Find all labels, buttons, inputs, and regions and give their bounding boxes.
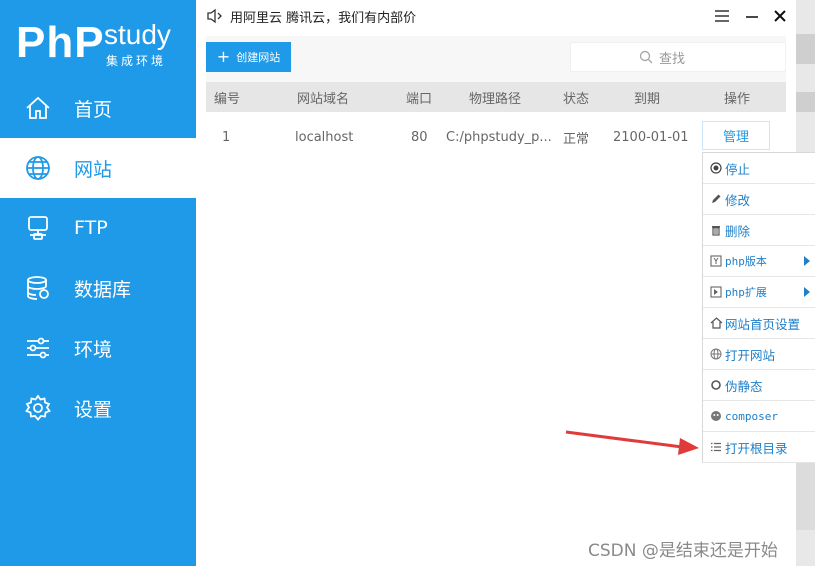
speaker-icon (206, 8, 224, 28)
sidebar-item-environment[interactable]: 环境 (0, 318, 196, 378)
search-placeholder: 查找 (659, 51, 686, 67)
server-icon (24, 214, 52, 242)
menu-item-label: composer (725, 409, 778, 423)
php-version-icon (709, 254, 723, 268)
menu-icon[interactable] (712, 6, 732, 26)
sidebar-item-website[interactable]: 网站 (0, 138, 196, 198)
menu-item-label: 网站首页设置 (725, 316, 801, 332)
submenu-arrow-icon (804, 287, 810, 297)
close-icon[interactable] (770, 6, 790, 26)
menu-item-homepage-settings[interactable]: 网站首页设置 (703, 308, 815, 339)
database-icon (24, 274, 52, 302)
manage-context-menu: 停止 修改 删除 php版本 php扩展 网站首页设置 打开网站 伪静态 com… (702, 152, 815, 463)
menu-item-label: 停止 (725, 161, 751, 177)
background-window-segment (796, 92, 815, 112)
promo-notice[interactable]: 用阿里云 腾讯云，我们有内部价 (230, 7, 416, 26)
sidebar-item-ftp[interactable]: FTP (0, 198, 196, 258)
sidebar-item-database[interactable]: 数据库 (0, 258, 196, 318)
watermark-text: CSDN @是结束还是开始 (588, 541, 778, 561)
home-icon (24, 94, 52, 122)
site-table: 编号 网站域名 端口 物理路径 状态 到期 操作 1 localhost 80 … (206, 82, 786, 163)
column-header-port: 端口 (406, 91, 433, 107)
refresh-icon (709, 378, 723, 392)
main-panel: + 创建网站 查找 编号 网站域名 端口 物理路径 状态 到期 操作 1 loc… (206, 36, 786, 566)
cell-port: 80 (411, 129, 428, 145)
column-header-domain: 网站域名 (297, 91, 350, 107)
cell-path: C:/phpstudy_p... (446, 129, 552, 145)
globe-icon (24, 154, 52, 182)
logo-php-text: PhP (16, 18, 105, 67)
menu-item-label: php扩展 (725, 286, 767, 299)
cell-domain: localhost (295, 129, 354, 145)
table-empty-area (206, 162, 786, 566)
column-header-action: 操作 (724, 91, 751, 107)
column-header-path: 物理路径 (469, 91, 522, 107)
menu-item-label: 修改 (725, 192, 751, 208)
menu-item-label: 打开网站 (725, 347, 776, 363)
manage-button[interactable]: 管理 (702, 121, 770, 150)
background-window-segment (796, 34, 815, 64)
stop-icon (709, 161, 723, 175)
logo-subtitle: 集成环境 (106, 54, 167, 68)
menu-item-php-extension[interactable]: php扩展 (703, 277, 815, 308)
menu-item-php-version[interactable]: php版本 (703, 246, 815, 277)
column-header-expire: 到期 (634, 91, 661, 107)
cell-id: 1 (222, 129, 231, 145)
menu-item-open-root-dir[interactable]: 打开根目录 (703, 432, 815, 463)
composer-icon (709, 409, 723, 423)
menu-item-pseudo-static[interactable]: 伪静态 (703, 370, 815, 401)
column-header-id: 编号 (214, 91, 241, 107)
sidebar-item-label: FTP (74, 217, 108, 239)
trash-icon (709, 223, 723, 237)
minimize-icon[interactable] (742, 6, 762, 26)
menu-item-open-site[interactable]: 打开网站 (703, 339, 815, 370)
sidebar-item-label: 环境 (74, 338, 113, 361)
sidebar-item-label: 首页 (74, 98, 113, 121)
pencil-icon (709, 192, 723, 206)
menu-item-edit[interactable]: 修改 (703, 184, 815, 215)
title-bar: 用阿里云 腾讯云，我们有内部价 (196, 0, 796, 32)
table-row[interactable]: 1 localhost 80 C:/phpstudy_p... 正常 2100-… (206, 112, 786, 163)
home-icon (709, 316, 723, 330)
search-icon (639, 50, 653, 64)
create-site-label: 创建网站 (236, 51, 281, 64)
sidebar-item-home[interactable]: 首页 (0, 78, 196, 138)
cell-expire: 2100-01-01 (613, 129, 689, 145)
menu-item-label: php版本 (725, 255, 767, 268)
globe-icon (709, 347, 723, 361)
create-site-button[interactable]: + 创建网站 (206, 42, 291, 72)
menu-item-label: 删除 (725, 223, 751, 239)
menu-item-delete[interactable]: 删除 (703, 215, 815, 246)
app-logo: PhP study 集成环境 (16, 18, 186, 73)
sidebar-item-label: 网站 (74, 158, 113, 181)
search-input[interactable]: 查找 (570, 42, 786, 72)
menu-item-label: 伪静态 (725, 378, 763, 394)
column-header-status: 状态 (563, 91, 590, 107)
logo-study-text: study (104, 19, 171, 50)
sidebar-item-settings[interactable]: 设置 (0, 378, 196, 438)
php-extension-icon (709, 285, 723, 299)
list-icon (709, 440, 723, 454)
submenu-arrow-icon (804, 256, 810, 266)
plus-icon: + (216, 47, 231, 66)
menu-item-stop[interactable]: 停止 (703, 153, 815, 184)
sliders-icon (24, 334, 52, 362)
sidebar-nav: 首页 网站 FTP 数据库 环境 设置 (0, 78, 196, 438)
cell-status: 正常 (563, 131, 590, 147)
menu-item-label: 打开根目录 (725, 440, 788, 456)
sidebar-item-label: 设置 (74, 398, 113, 421)
sidebar-item-label: 数据库 (74, 278, 132, 301)
menu-item-composer[interactable]: composer (703, 401, 815, 432)
table-header: 编号 网站域名 端口 物理路径 状态 到期 操作 (206, 82, 786, 112)
sidebar: PhP study 集成环境 首页 网站 FTP 数据库 环境 设置 (0, 0, 196, 566)
gear-icon (24, 394, 52, 422)
